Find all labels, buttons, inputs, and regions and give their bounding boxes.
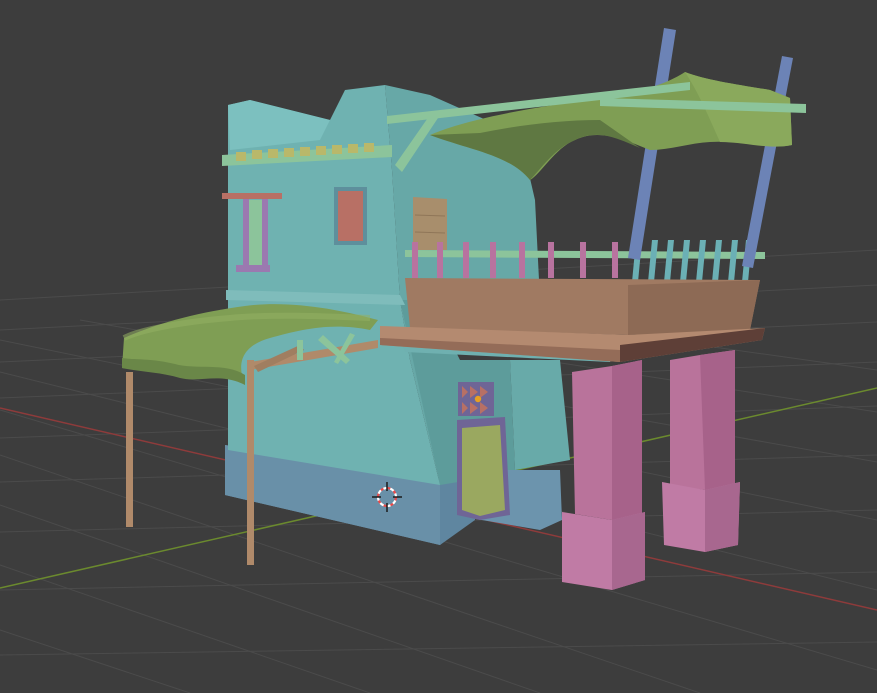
- left-post-back: [126, 372, 133, 527]
- 3d-viewport[interactable]: [0, 0, 877, 693]
- left-post-front: [247, 360, 254, 565]
- object-origin: [474, 395, 482, 403]
